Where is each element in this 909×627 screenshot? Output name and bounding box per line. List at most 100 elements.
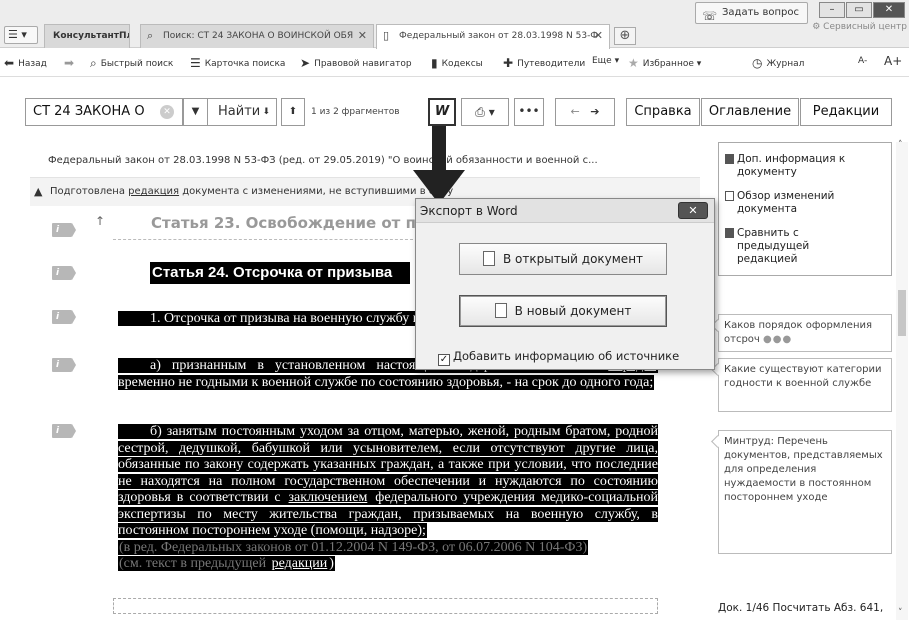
forward-button[interactable]: ➡ (64, 56, 78, 70)
search-input[interactable]: СТ 24 ЗАКОНА О ✕ (25, 98, 183, 126)
scrollbar-thumb[interactable] (898, 290, 906, 336)
compare-item[interactable]: Сравнить с предыдущей редакцией (725, 227, 857, 266)
changes-review-item[interactable]: Обзор изменений документа (725, 190, 887, 216)
article-23-heading[interactable]: ↑ Статья 23. Освобождение от призыва на … (95, 214, 655, 240)
journal-button[interactable]: ◷ Журнал (752, 56, 804, 70)
fragment-nav[interactable]: ← ➔ (555, 98, 615, 126)
prev-edition-end: ) (328, 556, 335, 571)
article-24-heading: Статья 24. Отсрочка от призыва на военну… (150, 262, 410, 303)
minimize-button[interactable]: – (819, 2, 845, 18)
ask-question-button[interactable]: ☏ Задать вопрос (695, 2, 808, 24)
hint-card-text: Минтруд: Перечень документов, представля… (724, 436, 883, 503)
history-icon: ◷ (752, 56, 763, 70)
help-button[interactable]: Справка (626, 98, 700, 126)
info-marker-icon[interactable]: i (52, 310, 76, 324)
editions-label: Редакции (812, 104, 880, 119)
clear-search-icon[interactable]: ✕ (160, 105, 174, 119)
ask-label: Задать вопрос (722, 7, 799, 18)
doc-info-label: Доп. информация к документу (737, 153, 846, 178)
find-previous-button[interactable]: ⬆ (281, 98, 305, 126)
close-tab-icon[interactable]: ✕ (358, 25, 367, 47)
search-card-label: Карточка поиска (204, 59, 286, 69)
arrow-right-icon[interactable]: ➔ (590, 105, 599, 118)
tab-consultant-home[interactable]: КонсультантПлюс (44, 24, 130, 48)
find-next-button[interactable]: Найти ⬇ (207, 98, 277, 126)
main-menu-button[interactable]: ☰ ▾ (4, 26, 38, 44)
dialog-close-button[interactable]: ✕ (678, 202, 708, 219)
conclusion-link[interactable]: заключением (289, 490, 368, 505)
scrollbar[interactable]: ˄ ˅ (896, 140, 908, 620)
tab-label: КонсультантПлюс (53, 31, 129, 41)
favorites-label: Избранное (642, 59, 694, 69)
contents-label: Оглавление (708, 104, 792, 119)
favorites-button[interactable]: ★ Избранное ▾ (628, 56, 701, 70)
back-button[interactable]: ⬅ Назад (4, 56, 47, 70)
service-center-link[interactable]: ⚙ Сервисный центр (812, 22, 907, 32)
pointer-arrow-icon (413, 126, 465, 204)
gear-icon: ⚙ (812, 22, 821, 32)
editions-button[interactable]: Редакции (800, 98, 892, 126)
arrow-up-icon[interactable]: ↑ (95, 214, 105, 228)
quick-search-button[interactable]: ⌕ Быстрый поиск (90, 56, 173, 71)
info-marker-icon[interactable]: i (52, 424, 76, 438)
search-icon: ⌕ (147, 29, 154, 42)
guides-button[interactable]: ✚ Путеводители (503, 56, 585, 70)
hint-card[interactable]: Минтруд: Перечень документов, представля… (718, 430, 892, 554)
edition-link[interactable]: редакция (128, 186, 179, 197)
print-button[interactable]: ⎙ ▾ (461, 98, 509, 126)
more-dots-icon[interactable]: ●●● (763, 334, 792, 345)
quick-search-label: Быстрый поиск (100, 59, 174, 69)
search-card-button[interactable]: ☰ Карточка поиска (190, 56, 285, 70)
chevron-up-icon[interactable]: ˄ (898, 140, 903, 150)
info-marker-icon[interactable]: i (52, 358, 76, 372)
tab-document[interactable]: ▯ Федеральный закон от 28.03.1998 N 53-Ф… (376, 24, 610, 49)
export-word-button[interactable]: W (428, 98, 456, 126)
export-to-open-document-button[interactable]: В открытый документ (459, 243, 667, 275)
more-label: Еще (592, 56, 612, 66)
chevron-down-icon: ▼ (191, 106, 200, 117)
tab-search[interactable]: ⌕ Поиск: СТ 24 ЗАКОНА О ВОИНСКОЙ ОБЯ ✕ (140, 24, 374, 48)
legal-navigator-button[interactable]: ➤ Правовой навигатор (300, 56, 412, 70)
paragraph-b: б) занятым постоянным уходом за отцом, м… (118, 424, 658, 573)
current-fragment-outline (113, 598, 658, 614)
export-to-new-document-button[interactable]: В новый документ (459, 295, 667, 327)
status-bar: Док. 1/46 Посчитать Абз. 641, (718, 602, 884, 614)
hint-card-text: Каков порядок оформления отсроч (724, 320, 873, 345)
arrow-left-icon[interactable]: ← (571, 105, 580, 118)
help-label: Справка (634, 104, 692, 119)
add-source-info-checkbox[interactable]: ✓ Добавить информацию об источнике (438, 349, 679, 366)
hint-card-text: Какие существуют категории годности к во… (724, 364, 882, 389)
signpost-icon: ✚ (503, 56, 514, 70)
maximize-button[interactable]: ▭ (846, 2, 872, 18)
ellipsis-icon: ••• (518, 104, 540, 118)
fragment-counter: 1 из 2 фрагментов (311, 107, 400, 117)
compare-icon (725, 228, 734, 238)
doc-info-item[interactable]: Доп. информация к документу (725, 153, 887, 179)
codes-button[interactable]: ▮ Кодексы (431, 56, 483, 70)
close-window-button[interactable]: ✕ (873, 2, 905, 18)
tab-bar: ☰ ▾ КонсультантПлюс ⌕ Поиск: СТ 24 ЗАКОН… (0, 0, 909, 49)
font-decrease-button[interactable]: A- (858, 56, 867, 66)
more-actions-button[interactable]: ••• (514, 98, 544, 126)
amendment-note[interactable]: (в ред. Федеральных законов от 01.12.200… (118, 539, 589, 555)
contents-button[interactable]: Оглавление (701, 98, 799, 126)
word-icon: W (434, 104, 450, 119)
new-tab-button[interactable]: ⊕ (614, 27, 636, 45)
chevron-down-icon[interactable]: ˅ (898, 608, 903, 618)
dialog-title-bar: Экспорт в Word ✕ (416, 199, 714, 223)
close-tab-icon[interactable]: ✕ (594, 25, 603, 47)
question-icon: ☏ (702, 9, 718, 23)
prev-edition-link[interactable]: редакции (272, 556, 328, 571)
find-label: Найти (218, 104, 261, 119)
more-menu-button[interactable]: Еще ▾ (592, 56, 619, 66)
hint-card[interactable]: Какие существуют категории годности к во… (718, 358, 892, 412)
main-toolbar: ⬅ Назад ➡ ⌕ Быстрый поиск ☰ Карточка поиска… (0, 49, 909, 77)
info-marker-icon[interactable]: i (52, 266, 76, 280)
new-document-icon (494, 303, 507, 318)
hint-card[interactable]: Каков порядок оформления отсроч ●●● (718, 314, 892, 352)
font-increase-button[interactable]: A+ (884, 54, 902, 68)
info-marker-icon[interactable]: i (52, 223, 76, 237)
right-panel: Доп. информация к документу Обзор измене… (718, 142, 892, 627)
search-history-dropdown[interactable]: ▼ (183, 98, 208, 126)
checkbox-checked-icon[interactable]: ✓ (438, 354, 450, 366)
